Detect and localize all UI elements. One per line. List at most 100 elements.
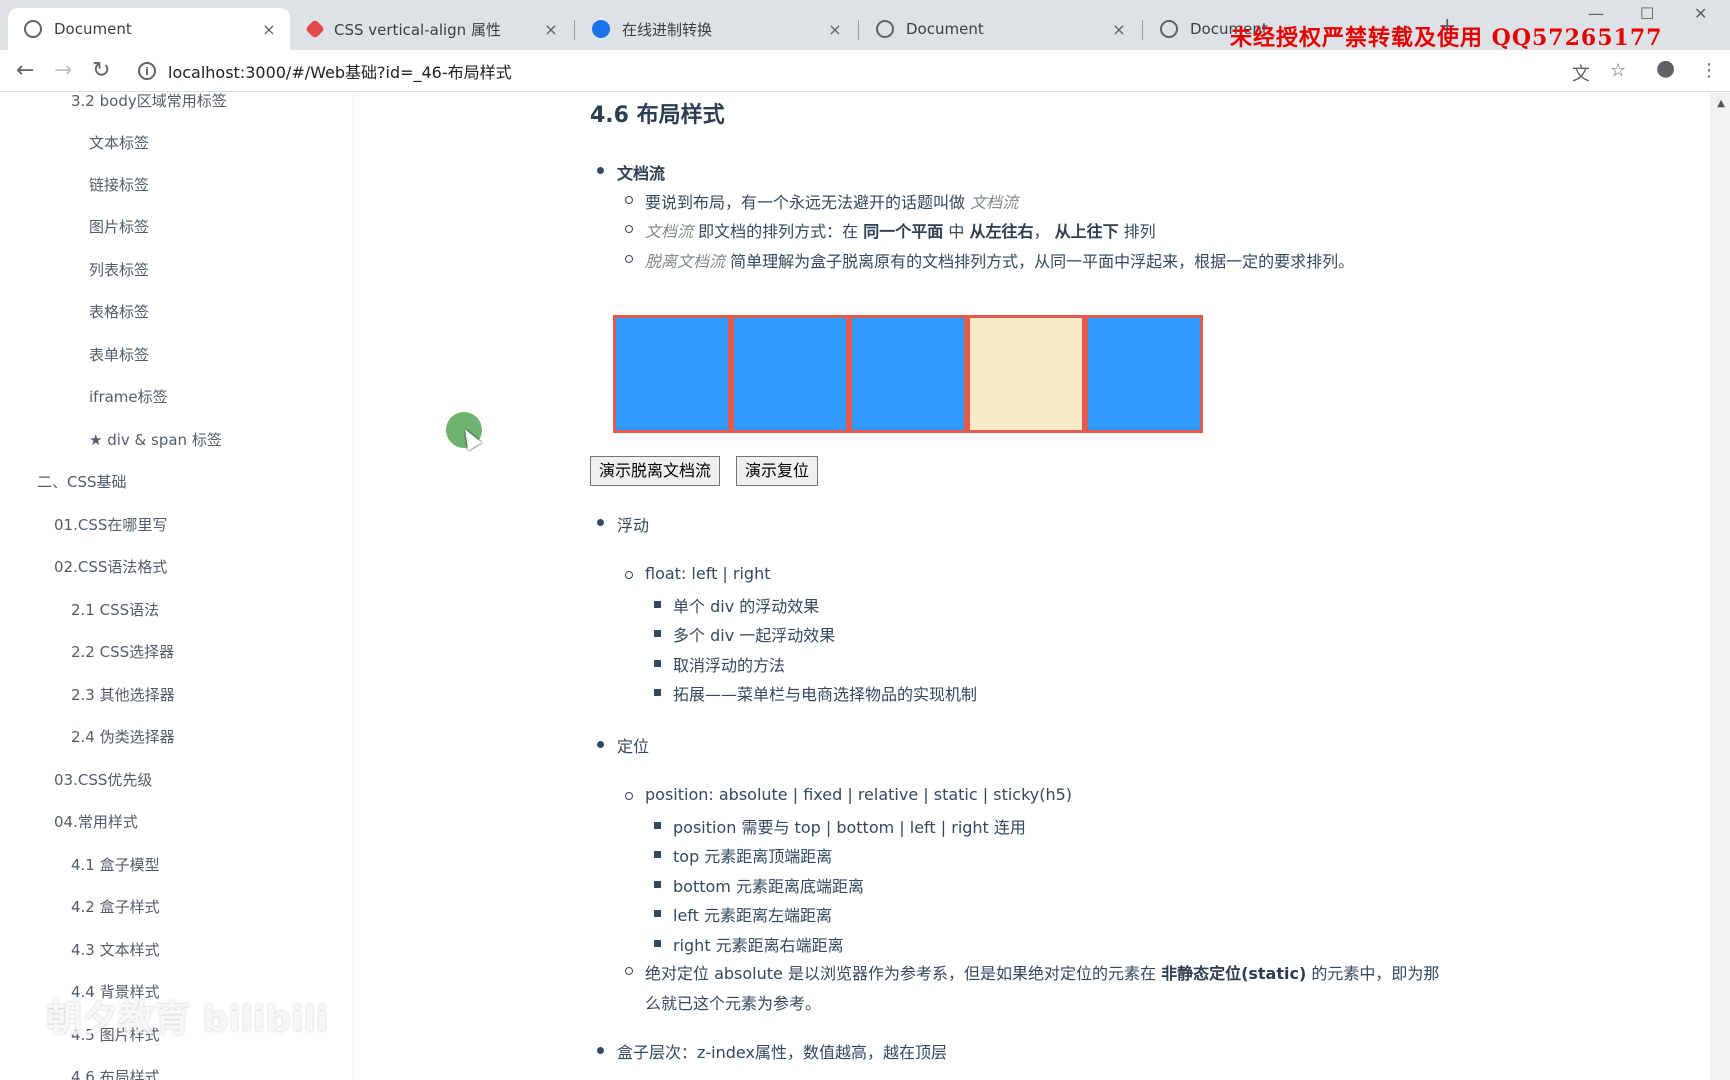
doc-flow-line-1: 要说到布局，有一个永远无法避开的话题叫做 文档流	[645, 193, 1019, 212]
sidebar-item-box-styles[interactable]: 4.2 盒子样式	[71, 896, 160, 917]
sidebar-item-layout-styles[interactable]: 4.6 布局样式	[71, 1066, 160, 1080]
forward-arrow-icon[interactable]: →	[54, 58, 72, 84]
absolute-note-line-2: 么就已这个元素为参考。	[645, 994, 822, 1013]
sidebar-item-body-tags[interactable]: 3.2 body区域常用标签	[71, 93, 227, 111]
circle-bullet-icon	[625, 225, 633, 233]
browser-toolbar: ← → ↻ i localhost:3000/#/Web基础?id=_46-布局…	[0, 50, 1730, 92]
runoob-icon	[305, 19, 325, 39]
sidebar-item-text-tags[interactable]: 文本标签	[89, 132, 149, 153]
float-out-demo-button[interactable]: 演示脱离文档流	[590, 456, 721, 486]
square-bullet-icon	[654, 660, 661, 667]
demo-box-4-floated	[967, 315, 1085, 433]
float-item: 拓展——菜单栏与电商选择物品的实现机制	[673, 685, 978, 704]
square-bullet-icon	[654, 822, 661, 829]
doc-flow-line-3: 脱离文档流 简单理解为盒子脱离原有的文档排列方式，从同一平面中浮起来，根据一定的…	[645, 252, 1355, 271]
sidebar-item-pseudo-selectors[interactable]: 2.4 伪类选择器	[71, 726, 175, 747]
close-icon[interactable]: ×	[540, 20, 562, 39]
docs-sidebar: 3.2 body区域常用标签 文本标签 链接标签 图片标签 列表标签 表格标签 …	[0, 93, 354, 1080]
tab-separator	[574, 20, 575, 40]
absolute-note-line-1: 绝对定位 absolute 是以浏览器作为参考系，但是如果绝对定位的元素在 非静…	[645, 964, 1440, 983]
sidebar-item-text-styles[interactable]: 4.3 文本样式	[71, 939, 160, 960]
tab-title: Document	[54, 20, 132, 38]
circle-bullet-icon	[625, 967, 633, 975]
address-bar[interactable]: i localhost:3000/#/Web基础?id=_46-布局样式	[130, 54, 1560, 88]
demo-box-3	[849, 315, 967, 433]
scroll-up-arrow-icon[interactable]: ▲	[1717, 98, 1725, 109]
float-title: 浮动	[617, 516, 650, 535]
position-item: bottom 元素距离底端距离	[673, 877, 864, 896]
tab-title: Document	[906, 20, 984, 38]
sidebar-item-css-where[interactable]: 01.CSS在哪里写	[54, 514, 167, 535]
float-item: 多个 div 一起浮动效果	[673, 626, 836, 645]
tab-title: 在线进制转换	[622, 20, 713, 39]
tab-strip: Document × CSS vertical-align 属性 × 在线进制转…	[0, 0, 1730, 51]
position-item: position 需要与 top | bottom | left | right…	[673, 818, 1026, 837]
bullet-icon	[597, 1047, 604, 1054]
sidebar-item-box-model[interactable]: 4.1 盒子模型	[71, 854, 160, 875]
sidebar-item-css-selectors[interactable]: 2.2 CSS选择器	[71, 641, 174, 662]
url-text[interactable]: localhost:3000/#/Web基础?id=_46-布局样式	[168, 59, 512, 83]
sidebar-item-list-tags[interactable]: 列表标签	[89, 259, 149, 280]
demo-box-2	[731, 315, 849, 433]
square-bullet-icon	[654, 630, 661, 637]
square-bullet-icon	[654, 689, 661, 696]
reset-demo-button[interactable]: 演示复位	[736, 456, 819, 486]
globe-icon	[876, 20, 894, 38]
back-arrow-icon[interactable]: ←	[16, 58, 34, 84]
bookmark-star-icon[interactable]: ☆	[1610, 60, 1626, 81]
menu-icon[interactable]: ⋮	[1700, 60, 1718, 81]
circle-bullet-icon	[625, 196, 633, 204]
position-item: right 元素距离右端距离	[673, 936, 844, 955]
demo-box-1	[613, 315, 731, 433]
sidebar-item-css-priority[interactable]: 03.CSS优先级	[54, 769, 152, 790]
tab-base-converter[interactable]: 在线进制转换 ×	[576, 8, 856, 50]
sidebar-item-common-styles[interactable]: 04.常用样式	[54, 811, 138, 832]
globe-icon	[24, 20, 42, 38]
info-icon[interactable]: i	[138, 62, 156, 80]
tab-document-1[interactable]: Document ×	[8, 8, 290, 50]
circle-bullet-icon	[625, 792, 633, 800]
tab-title: CSS vertical-align 属性	[334, 20, 501, 39]
square-bullet-icon	[654, 910, 661, 917]
page-scrollbar[interactable]	[1710, 93, 1730, 1080]
doc-flow-title: 文档流	[617, 164, 666, 183]
circle-bullet-icon	[625, 255, 633, 263]
tab-css-vertical-align[interactable]: CSS vertical-align 属性 ×	[292, 8, 572, 50]
copyright-watermark: 未经授权严禁转载及使用 QQ57265177	[1230, 25, 1663, 51]
sidebar-item-image-tags[interactable]: 图片标签	[89, 216, 149, 237]
close-window-button[interactable]: ✕	[1694, 4, 1707, 23]
float-item: 取消浮动的方法	[673, 656, 786, 675]
sidebar-item-other-selectors[interactable]: 2.3 其他选择器	[71, 684, 175, 705]
tab-separator	[858, 20, 859, 40]
close-icon[interactable]: ×	[258, 20, 280, 39]
sidebar-item-iframe-tags[interactable]: iframe标签	[89, 386, 168, 407]
converter-icon	[592, 20, 610, 38]
close-icon[interactable]: ×	[1108, 20, 1130, 39]
doc-flow-line-2: 文档流 即文档的排列方式：在 同一个平面 中 从左往右， 从上往下 排列	[645, 222, 1156, 241]
globe-icon	[1160, 20, 1178, 38]
account-icon[interactable]: ●	[1656, 56, 1675, 81]
position-syntax: position: absolute | fixed | relative | …	[645, 785, 1073, 804]
square-bullet-icon	[654, 940, 661, 947]
sidebar-item-form-tags[interactable]: 表单标签	[89, 344, 149, 365]
sidebar-item-css-syntax[interactable]: 2.1 CSS语法	[71, 599, 159, 620]
sidebar-item-div-span[interactable]: ★ div & span 标签	[89, 429, 222, 450]
translate-icon[interactable]: 文	[1572, 60, 1590, 86]
reload-icon[interactable]: ↻	[92, 58, 110, 84]
sidebar-item-css-basics[interactable]: 二、CSS基础	[37, 471, 127, 492]
sidebar-item-link-tags[interactable]: 链接标签	[89, 174, 149, 195]
page-title: 4.6 布局样式	[590, 103, 725, 128]
close-icon[interactable]: ×	[824, 20, 846, 39]
tab-document-2[interactable]: Document ×	[860, 8, 1140, 50]
square-bullet-icon	[654, 881, 661, 888]
square-bullet-icon	[654, 851, 661, 858]
position-title: 定位	[617, 737, 650, 756]
demo-box-5	[1085, 315, 1203, 433]
sidebar-item-css-syntax-format[interactable]: 02.CSS语法格式	[54, 556, 167, 577]
video-watermark: 朝夕教育 bilibili	[46, 999, 329, 1040]
sidebar-item-table-tags[interactable]: 表格标签	[89, 301, 149, 322]
position-item: top 元素距离顶端距离	[673, 847, 833, 866]
circle-bullet-icon	[625, 571, 633, 579]
zindex-note: 盒子层次：z-index属性，数值越高，越在顶层	[617, 1043, 947, 1062]
float-item: 单个 div 的浮动效果	[673, 597, 820, 616]
